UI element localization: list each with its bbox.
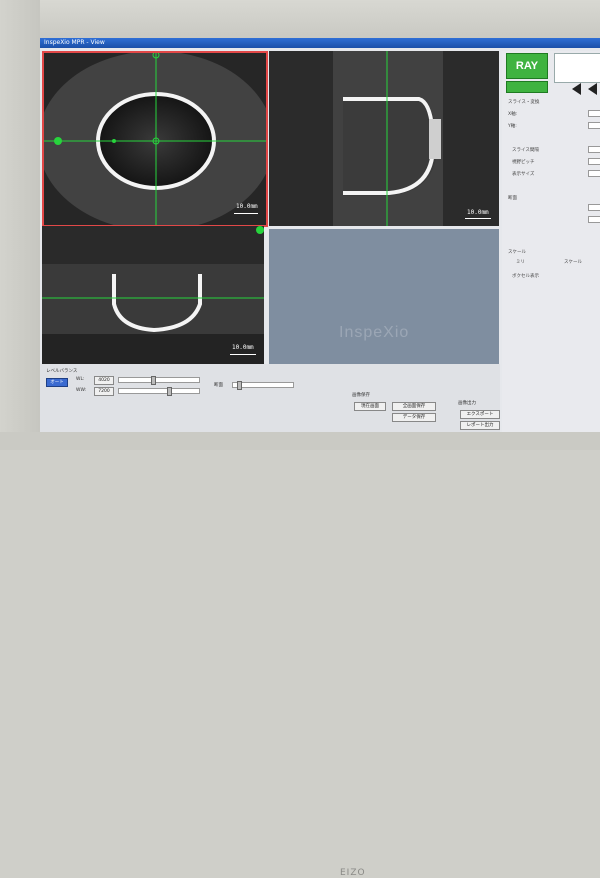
slice-interval-field[interactable] [588, 146, 600, 153]
section-label: 断面 [214, 383, 223, 388]
level-balance-label: レベルバランス [46, 369, 78, 374]
axial-image [44, 53, 266, 225]
sagittal-image [269, 51, 499, 226]
ray-status-box [554, 53, 600, 83]
section-field-2[interactable] [588, 216, 600, 223]
ray-sub-button[interactable] [506, 81, 548, 93]
window-titlebar: InspeXio MPR - View [40, 38, 600, 48]
coronal-image [42, 226, 264, 364]
right-label-5: 表示サイズ [512, 172, 535, 177]
watermark-text: InspeXio [339, 324, 410, 341]
wl-slider-knob[interactable] [151, 376, 156, 385]
save-all-button[interactable]: 全画面保存 [392, 402, 436, 411]
monitor-brand: EIZO [340, 868, 366, 878]
coronal-scale-label: 10.0mm [232, 344, 254, 351]
right-label-2: Y軸: [508, 124, 517, 129]
right-label-0: スライス・変換 [508, 100, 540, 105]
save-group-label: 画像保存 [352, 393, 370, 398]
pitch-field[interactable] [588, 158, 600, 165]
section-slider-knob[interactable] [237, 381, 242, 390]
axial-scale-label: 10.0mm [236, 203, 258, 210]
y-axis-field[interactable] [588, 122, 600, 129]
ww-label: WW: [76, 388, 87, 393]
right-label-10[interactable]: ボクセル表示 [512, 273, 539, 279]
save-series-button[interactable]: データ保存 [392, 413, 436, 422]
bottom-control-panel: レベルバランス オート WL: 4020 WW: 7200 断面 画像保存 現在… [40, 364, 500, 432]
right-label-7: スケール [508, 250, 526, 255]
coronal-scale-bar [230, 354, 256, 355]
ww-slider-knob[interactable] [167, 387, 172, 396]
right-label-1: X軸: [508, 112, 518, 117]
sagittal-scale-bar [465, 218, 491, 219]
section-slider[interactable] [232, 381, 294, 390]
prev-arrow-icon-2[interactable] [588, 83, 597, 95]
export-group-label: 画像出力 [458, 401, 476, 406]
x-axis-field[interactable] [588, 110, 600, 117]
wl-label: WL: [76, 377, 85, 382]
wl-slider[interactable] [118, 376, 200, 385]
monitor-bezel-top [0, 0, 600, 38]
axial-scale-bar [234, 213, 258, 214]
window-title: InspeXio MPR - View [44, 39, 105, 46]
right-label-3: スライス間隔 [512, 148, 539, 153]
export-button[interactable]: エクスポート [460, 410, 500, 419]
right-label-6: 断面 [508, 196, 517, 201]
screen: InspeXio MPR - View 10.0mm 10.0mm 10.0mm… [40, 38, 600, 432]
save-current-button[interactable]: 現在画面 [354, 402, 386, 411]
ww-slider[interactable] [118, 387, 200, 396]
wl-value[interactable]: 4020 [94, 376, 114, 385]
prev-arrow-icon[interactable] [572, 83, 581, 95]
ww-value[interactable]: 7200 [94, 387, 114, 396]
coronal-view[interactable]: 10.0mm [42, 226, 264, 364]
ray-button[interactable]: RAY [506, 53, 548, 79]
right-label-9[interactable]: スケール [564, 259, 582, 265]
axial-view[interactable]: 10.0mm [42, 51, 268, 227]
sagittal-scale-label: 10.0mm [467, 209, 489, 216]
display-size-field[interactable] [588, 170, 600, 177]
monitor-bezel-bottom: EIZO [0, 432, 600, 878]
sagittal-view[interactable]: 10.0mm [269, 51, 499, 226]
right-label-8[interactable]: ミリ [516, 259, 525, 265]
auto-button[interactable]: オート [46, 378, 68, 387]
monitor-bezel-left [0, 0, 40, 450]
report-button[interactable]: レポート出力 [460, 421, 500, 430]
right-label-4: 視野ピッチ [512, 160, 535, 165]
section-field-1[interactable] [588, 204, 600, 211]
right-control-panel: RAY スライス・変換 X軸: Y軸: スライス間隔 視野ピッチ 表示サイズ 断… [502, 51, 600, 432]
